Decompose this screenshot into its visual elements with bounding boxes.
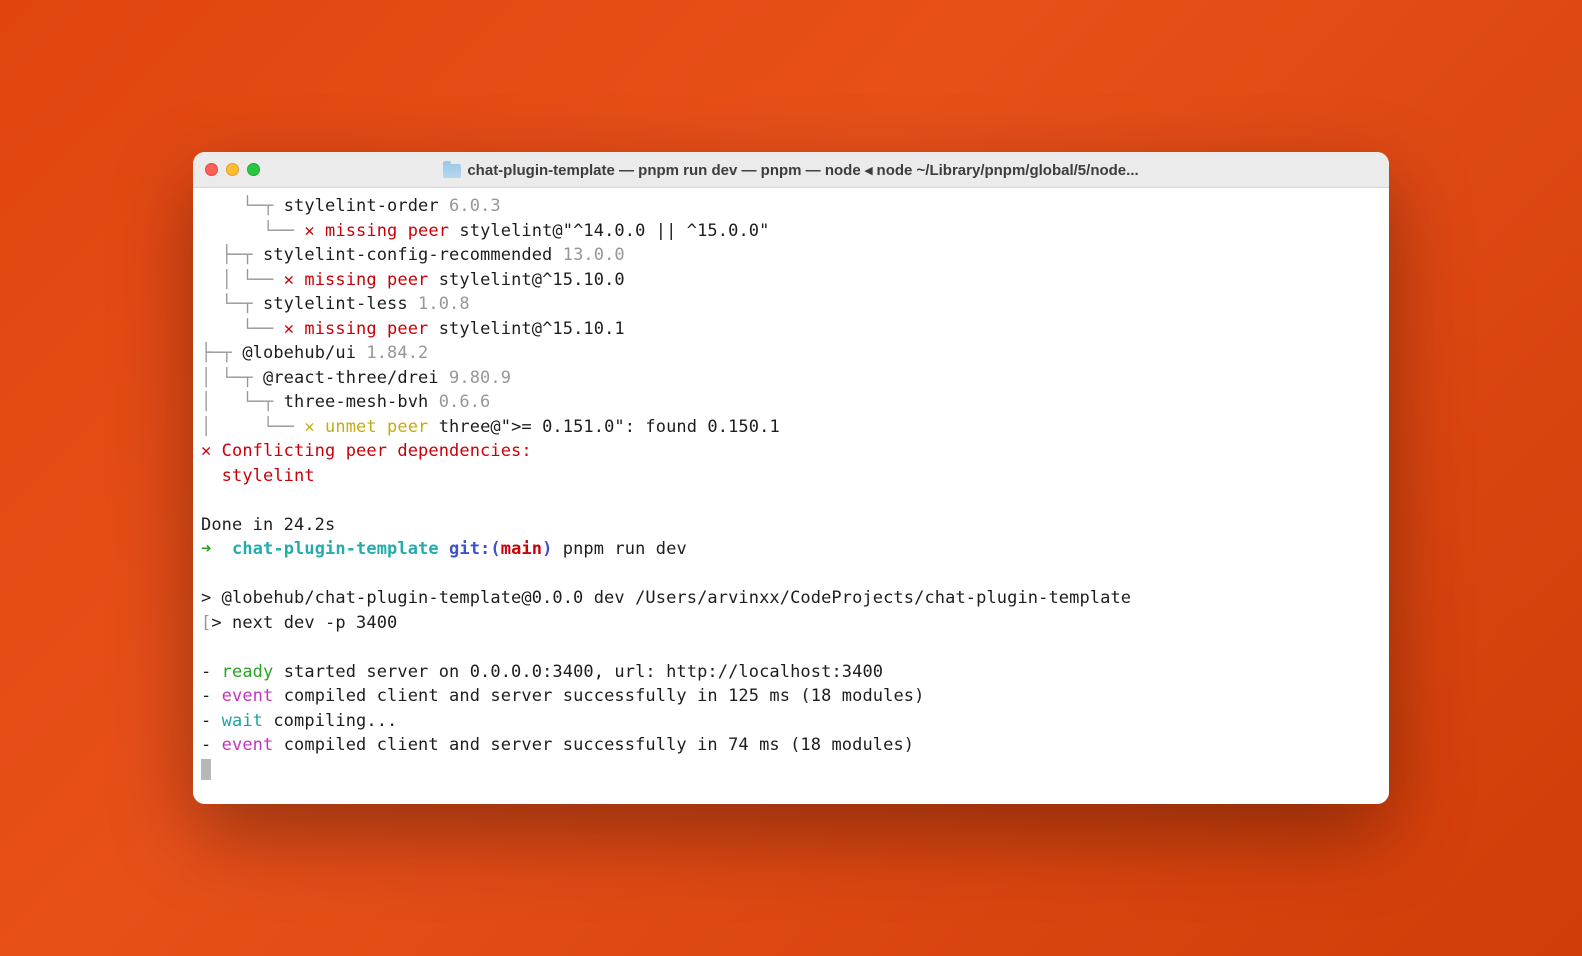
script-line: [> next dev -p 3400: [201, 611, 1381, 636]
tree-line: ├─┬ @lobehub/ui 1.84.2: [201, 341, 1381, 366]
done-line: Done in 24.2s: [201, 513, 1381, 538]
close-icon[interactable]: [205, 163, 218, 176]
next-wait: - wait compiling...: [201, 709, 1381, 734]
tree-line: │ └─┬ @react-three/drei 9.80.9: [201, 366, 1381, 391]
folder-icon: [443, 164, 461, 178]
prompt-line: ➜ chat-plugin-template git:(main) pnpm r…: [201, 537, 1381, 562]
tree-line: │ └─┬ three-mesh-bvh 0.6.6: [201, 390, 1381, 415]
next-event: - event compiled client and server succe…: [201, 684, 1381, 709]
conflict-header: ✕ Conflicting peer dependencies:: [201, 439, 1381, 464]
tree-line: │ └── ✕ unmet peer three@">= 0.151.0": f…: [201, 415, 1381, 440]
traffic-lights: [205, 163, 260, 176]
tree-line: └── ✕ missing peer stylelint@^15.10.1: [201, 317, 1381, 342]
next-ready: - ready started server on 0.0.0.0:3400, …: [201, 660, 1381, 685]
title-label: chat-plugin-template — pnpm run dev — pn…: [467, 161, 1138, 179]
terminal-output[interactable]: └─┬ stylelint-order 6.0.3 └── ✕ missing …: [193, 188, 1389, 804]
blank-line: [201, 635, 1381, 660]
cursor-line: [201, 758, 1381, 783]
tree-line: └── ✕ missing peer stylelint@"^14.0.0 ||…: [201, 219, 1381, 244]
terminal-window: chat-plugin-template — pnpm run dev — pn…: [193, 152, 1389, 804]
script-line: > @lobehub/chat-plugin-template@0.0.0 de…: [201, 586, 1381, 611]
tree-line: └─┬ stylelint-order 6.0.3: [201, 194, 1381, 219]
window-title: chat-plugin-template — pnpm run dev — pn…: [193, 161, 1389, 179]
tree-line: ├─┬ stylelint-config-recommended 13.0.0: [201, 243, 1381, 268]
tree-line: └─┬ stylelint-less 1.0.8: [201, 292, 1381, 317]
cursor-icon: [201, 759, 211, 780]
tree-line: │ └── ✕ missing peer stylelint@^15.10.0: [201, 268, 1381, 293]
maximize-icon[interactable]: [247, 163, 260, 176]
conflict-package: stylelint: [201, 464, 1381, 489]
window-titlebar[interactable]: chat-plugin-template — pnpm run dev — pn…: [193, 152, 1389, 188]
next-event: - event compiled client and server succe…: [201, 733, 1381, 758]
blank-line: [201, 562, 1381, 587]
minimize-icon[interactable]: [226, 163, 239, 176]
blank-line: [201, 488, 1381, 513]
